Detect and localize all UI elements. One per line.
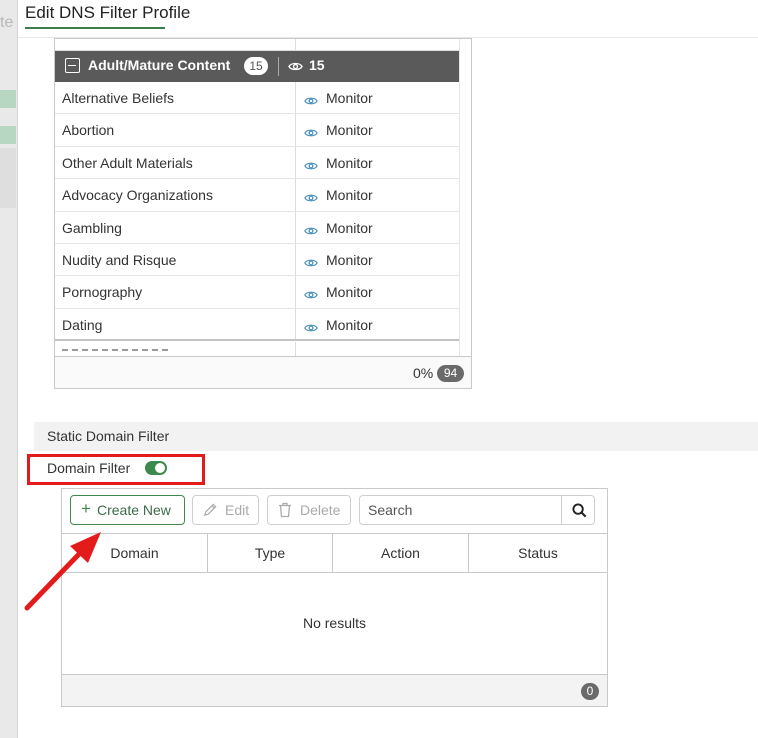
domain-filter-table: + Create New Edit Delete Domain Type Act… xyxy=(61,488,608,707)
domain-table-header: Domain Type Action Status xyxy=(62,533,607,573)
category-action: Monitor xyxy=(326,122,373,139)
title-underline xyxy=(25,27,165,29)
monitor-eye-icon xyxy=(288,59,303,75)
scrollbar[interactable] xyxy=(459,39,471,356)
table-row[interactable]: Abortion Monitor xyxy=(55,114,459,147)
category-action: Monitor xyxy=(326,251,373,268)
table-row[interactable]: Gambling Monitor xyxy=(55,211,459,244)
column-header-action[interactable]: Action xyxy=(333,534,469,572)
percent-label: 0% xyxy=(413,365,434,381)
category-group-header[interactable]: Adult/Mature Content 15 15 xyxy=(55,51,459,82)
collapse-icon[interactable] xyxy=(65,58,80,73)
table-row[interactable]: Dating Monitor xyxy=(55,308,459,342)
background-page-text: te xyxy=(0,14,14,31)
table-row[interactable]: Advocacy Organizations Monitor xyxy=(55,179,459,212)
group-label: Adult/Mature Content xyxy=(88,57,231,73)
background-page-strip: te xyxy=(0,0,18,738)
monitor-eye-icon xyxy=(304,287,318,303)
category-table-footer: 0% 94 xyxy=(55,356,471,388)
category-name: Nudity and Risque xyxy=(62,251,177,268)
panel-header: Edit DNS Filter Profile xyxy=(18,0,758,38)
category-name: Gambling xyxy=(62,219,122,236)
empty-results-text: No results xyxy=(302,615,367,631)
table-row[interactable]: Pornography Monitor xyxy=(55,276,459,309)
category-name: Advocacy Organizations xyxy=(62,187,213,204)
category-name: Abortion xyxy=(62,122,115,139)
search-input[interactable] xyxy=(360,496,561,524)
edit-label: Edit xyxy=(225,502,250,518)
pencil-icon xyxy=(203,502,218,520)
column-header-type[interactable]: Type xyxy=(208,534,333,572)
monitor-eye-icon xyxy=(304,158,318,174)
category-action: Monitor xyxy=(326,284,373,301)
total-count-badge: 94 xyxy=(437,365,464,382)
edit-dns-filter-panel: Adult/Mature Content 15 15 Alternative B… xyxy=(18,0,758,738)
column-header-domain[interactable]: Domain xyxy=(62,534,208,572)
plus-icon: + xyxy=(81,499,91,518)
category-action: Monitor xyxy=(326,219,373,236)
annotation-highlight-box xyxy=(27,454,205,485)
domain-table-footer: 0 xyxy=(62,674,607,706)
category-name: Alternative Beliefs xyxy=(62,90,175,106)
monitor-eye-icon xyxy=(304,190,318,206)
category-table: Adult/Mature Content 15 15 Alternative B… xyxy=(54,38,472,389)
background-row-highlight xyxy=(0,90,16,108)
create-new-label: Create New xyxy=(97,502,171,518)
page-title: Edit DNS Filter Profile xyxy=(25,3,191,22)
table-row-partial xyxy=(55,39,459,51)
column-header-status[interactable]: Status xyxy=(469,534,607,572)
background-row-highlight xyxy=(0,126,16,144)
category-name: Dating xyxy=(62,316,103,333)
category-name: Other Adult Materials xyxy=(62,154,193,171)
category-action: Monitor xyxy=(326,90,373,106)
trash-icon xyxy=(278,502,292,521)
monitor-eye-icon xyxy=(304,320,318,336)
monitor-eye-icon xyxy=(304,93,318,109)
table-row[interactable]: Alternative Beliefs Monitor xyxy=(55,82,459,115)
search-icon xyxy=(572,503,587,518)
table-row[interactable]: Nudity and Risque Monitor xyxy=(55,243,459,277)
monitor-eye-icon xyxy=(304,223,318,239)
category-name: Pornography xyxy=(62,284,143,301)
monitor-eye-icon xyxy=(304,255,318,271)
divider xyxy=(278,57,279,76)
category-action: Monitor xyxy=(326,187,373,204)
background-shade xyxy=(0,148,16,208)
table-row[interactable]: Other Adult Materials Monitor xyxy=(55,146,459,180)
group-count-badge: 15 xyxy=(244,57,268,75)
section-title: Static Domain Filter xyxy=(47,428,170,444)
search-box xyxy=(359,495,595,525)
search-button[interactable] xyxy=(561,496,595,524)
section-header: Static Domain Filter xyxy=(34,422,758,451)
table-row-partial xyxy=(55,342,459,356)
group-monitor-count: 15 xyxy=(309,57,325,73)
delete-button[interactable]: Delete xyxy=(267,495,351,525)
monitor-eye-icon xyxy=(304,125,318,141)
edit-button[interactable]: Edit xyxy=(192,495,259,525)
result-count-badge: 0 xyxy=(581,683,599,700)
create-new-button[interactable]: + Create New xyxy=(70,495,185,525)
category-rows: Alternative Beliefs Monitor Abortion Mon… xyxy=(55,82,459,342)
category-action: Monitor xyxy=(326,316,373,333)
delete-label: Delete xyxy=(300,502,341,518)
category-action: Monitor xyxy=(326,154,373,171)
